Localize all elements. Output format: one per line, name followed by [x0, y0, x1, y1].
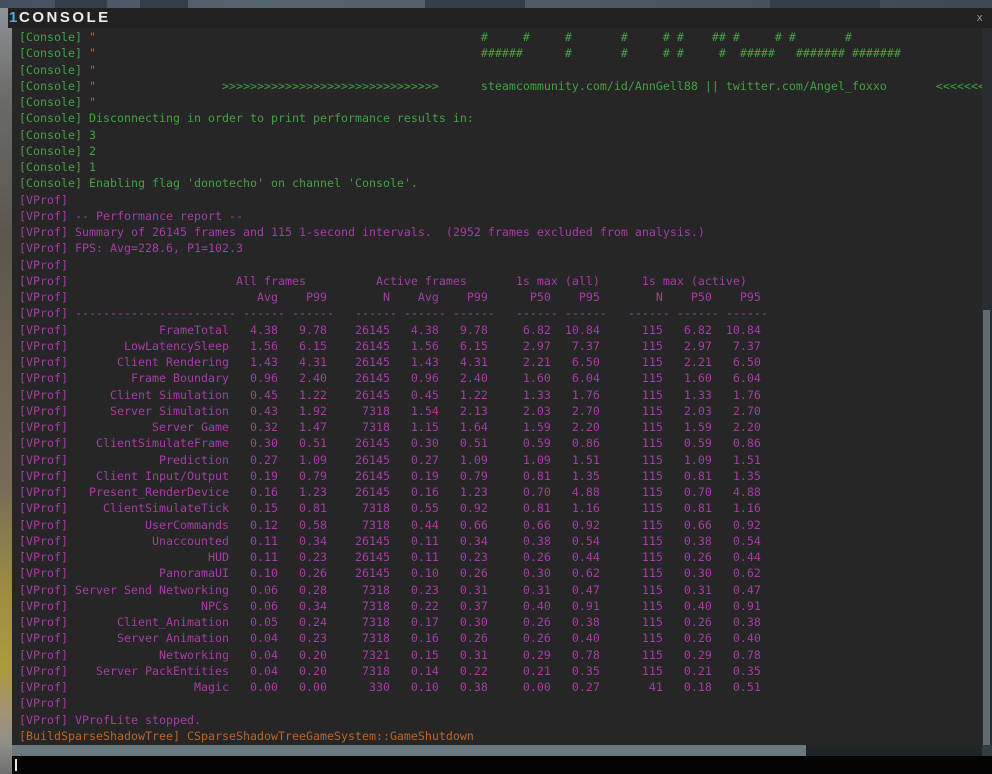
- console-line: [VProf] Present_RenderDevice 0.16 1.23 2…: [19, 484, 992, 500]
- console-line: [VProf] Avg P99 N Avg P99 P50 P95 N P50 …: [19, 289, 992, 305]
- console-line: [VProf] Frame Boundary 0.96 2.40 26145 0…: [19, 370, 992, 386]
- console-line: [VProf] Networking 0.04 0.20 7321 0.15 0…: [19, 647, 992, 663]
- console-line: [Console] " ###### # # # # # ##### #####…: [19, 45, 992, 61]
- console-line: [VProf] Magic 0.00 0.00 330 0.10 0.38 0.…: [19, 679, 992, 695]
- console-line: [VProf] Server Simulation 0.43 1.92 7318…: [19, 403, 992, 419]
- console-line: [VProf] PanoramaUI 0.10 0.26 26145 0.10 …: [19, 565, 992, 581]
- console-line: [VProf] Server Send Networking 0.06 0.28…: [19, 582, 992, 598]
- console-line: [VProf] NPCs 0.06 0.34 7318 0.22 0.37 0.…: [19, 598, 992, 614]
- console-line: [VProf] ClientSimulateTick 0.15 0.81 731…: [19, 500, 992, 516]
- console-line: [VProf] FrameTotal 4.38 9.78 26145 4.38 …: [19, 322, 992, 338]
- console-window: 1 CONSOLE x [Console] " # # # # # # ## #…: [8, 8, 992, 774]
- vertical-scrollbar[interactable]: [982, 28, 992, 745]
- console-title-bar[interactable]: 1 CONSOLE x: [8, 8, 992, 28]
- console-line: [VProf] Server PackEntities 0.04 0.20 73…: [19, 663, 992, 679]
- console-line: [VProf] Client Rendering 1.43 4.31 26145…: [19, 354, 992, 370]
- console-line: [BuildSparseShadowTree] CSparseShadowTre…: [19, 728, 992, 744]
- console-line: [VProf]: [19, 257, 992, 273]
- background-shape: [425, 0, 525, 8]
- console-line: [Console] ": [19, 94, 992, 110]
- console-line: [VProf] All frames Active frames 1s max …: [19, 273, 992, 289]
- console-line: [VProf] LowLatencySleep 1.56 6.15 26145 …: [19, 338, 992, 354]
- horizontal-scrollbar[interactable]: [12, 745, 992, 756]
- console-tab-number: 1: [9, 9, 18, 26]
- text-cursor: [15, 759, 17, 771]
- console-line: [VProf] Server Animation 0.04 0.23 7318 …: [19, 630, 992, 646]
- console-log-lines: [Console] " # # # # # # ## # # # #[Conso…: [12, 28, 992, 744]
- console-line: [VProf]: [19, 192, 992, 208]
- background-top-strip: [0, 0, 992, 8]
- console-line: [Console] ": [19, 62, 992, 78]
- console-line: [VProf] UserCommands 0.12 0.58 7318 0.44…: [19, 517, 992, 533]
- console-line: [VProf] -- Performance report --: [19, 208, 992, 224]
- background-shape: [770, 0, 880, 8]
- close-button[interactable]: x: [976, 11, 983, 24]
- console-line: [VProf] Client_Animation 0.05 0.24 7318 …: [19, 614, 992, 630]
- background-shape: [55, 0, 107, 8]
- console-line: [Console] Disconnecting in order to prin…: [19, 110, 992, 126]
- console-line: [VProf] Unaccounted 0.11 0.34 26145 0.11…: [19, 533, 992, 549]
- console-input[interactable]: [12, 756, 992, 774]
- background-shape: [140, 0, 188, 8]
- console-title: CONSOLE: [19, 9, 111, 26]
- console-line: [Console] 1: [19, 159, 992, 175]
- console-line: [Console] " # # # # # # ## # # # #: [19, 29, 992, 45]
- console-line: [VProf] Client Input/Output 0.19 0.79 26…: [19, 468, 992, 484]
- console-line: [VProf] Client Simulation 0.45 1.22 2614…: [19, 387, 992, 403]
- console-line: [VProf] ClientSimulateFrame 0.30 0.51 26…: [19, 435, 992, 451]
- horizontal-scrollbar-thumb[interactable]: [12, 745, 806, 756]
- console-log: [Console] " # # # # # # ## # # # #[Conso…: [12, 28, 992, 745]
- scrollbar-corner: [982, 745, 992, 756]
- console-line: [VProf] HUD 0.11 0.23 26145 0.11 0.23 0.…: [19, 549, 992, 565]
- console-line: [Console] 3: [19, 127, 992, 143]
- vertical-scrollbar-thumb[interactable]: [983, 310, 990, 745]
- console-line: [VProf] Prediction 0.27 1.09 26145 0.27 …: [19, 452, 992, 468]
- console-line: [Console] Enabling flag 'donotecho' on c…: [19, 175, 992, 191]
- console-line: [VProf]: [19, 695, 992, 711]
- console-line: [VProf] Server Game 0.32 1.47 7318 1.15 …: [19, 419, 992, 435]
- console-line: [VProf] FPS: Avg=228.6, P1=102.3: [19, 240, 992, 256]
- console-line: [Console] " >>>>>>>>>>>>>>>>>>>>>>>>>>>>…: [19, 78, 992, 94]
- console-line: [Console] 2: [19, 143, 992, 159]
- console-line: [VProf] VProfLite stopped.: [19, 712, 992, 728]
- console-line: [VProf] Summary of 26145 frames and 115 …: [19, 224, 992, 240]
- console-line: [VProf] ----------------------- ------ -…: [19, 305, 992, 321]
